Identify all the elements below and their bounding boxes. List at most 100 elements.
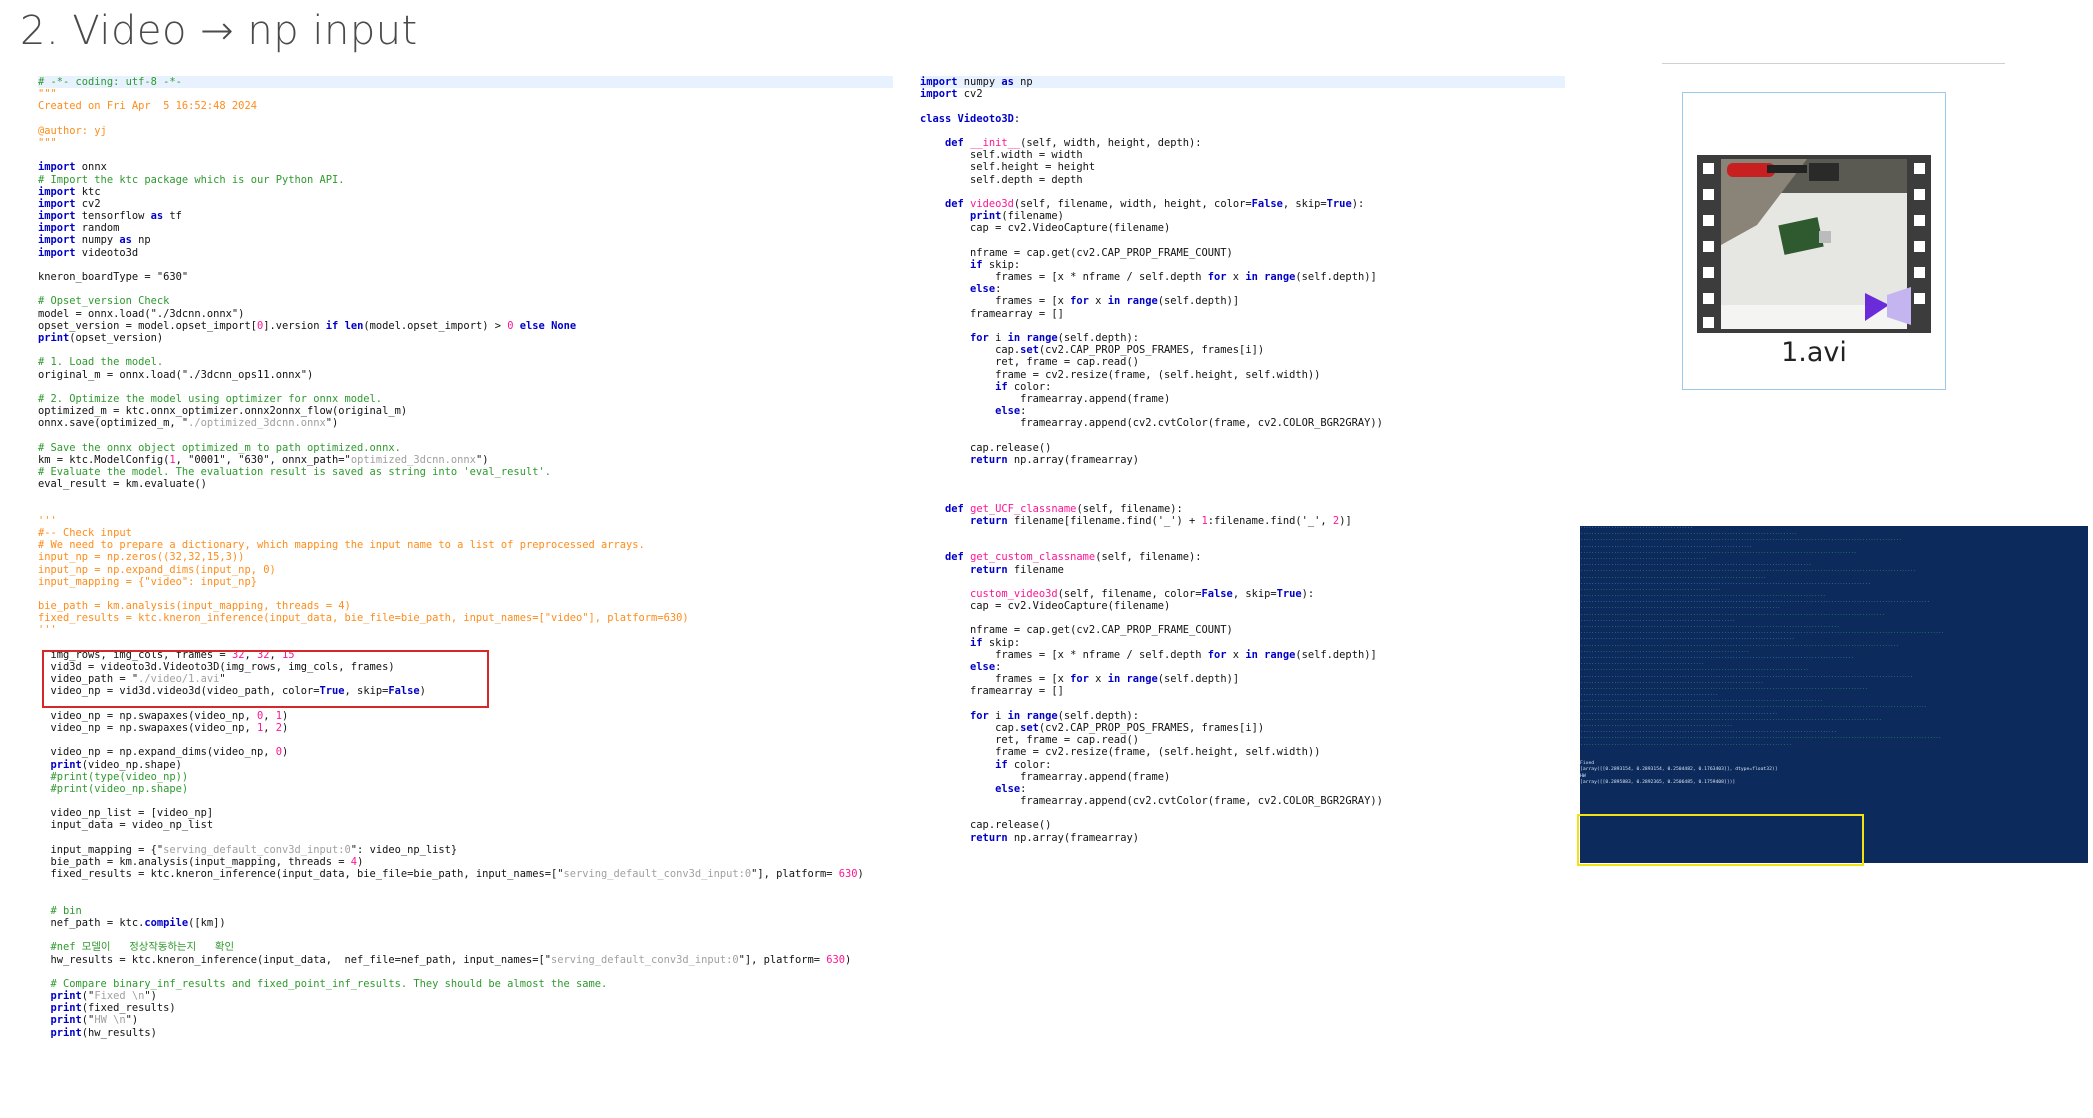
code-line: # -*- coding: utf-8 -*- xyxy=(38,76,893,89)
code-line: bie_path = km.analysis(input_mapping, th… xyxy=(38,600,893,612)
code-line: # Compare binary_inf_results and fixed_p… xyxy=(38,978,893,990)
code-token: #nef 모델이 정상작동하는지 확인 xyxy=(50,941,235,954)
code-token: # bin xyxy=(50,904,82,917)
right-code-panel[interactable]: import numpy as np import cv2 class Videot… xyxy=(920,76,1565,976)
file-name-label: 1.avi xyxy=(1781,337,1847,368)
code-token: cap = cv2.VideoCapture(filename) xyxy=(920,222,1171,235)
code-token: self.width = width xyxy=(920,149,1083,162)
code-token: 630 xyxy=(838,868,858,881)
code-line: frame = cv2.resize(frame, (self.height, … xyxy=(920,746,1565,758)
code-token: framearray.append(frame) xyxy=(920,392,1171,405)
code-token: framearray = [] xyxy=(920,307,1064,320)
code-token: framearray.append(frame) xyxy=(920,770,1171,783)
code-token: (filename) xyxy=(1001,210,1064,223)
code-line: optimized_m = ktc.onnx_optimizer.onnx2on… xyxy=(38,405,893,417)
code-token: input_mapping = {" xyxy=(38,843,164,856)
code-line: frames = [x * nframe / self.depth for x … xyxy=(920,271,1565,283)
code-line: # Save the onnx object optimized_m to pa… xyxy=(38,442,893,454)
code-token: # Opset_version Check xyxy=(38,295,170,308)
code-token: def xyxy=(945,136,964,149)
code-token: (hw_results) xyxy=(81,1026,157,1039)
code-token: :filename.find('_', xyxy=(1207,514,1333,527)
code-token: in xyxy=(1107,295,1121,308)
code-token: , "0001", "630", onnx_path=" xyxy=(175,453,351,466)
code-token: cap.release() xyxy=(920,819,1052,832)
code-token: # We need to prepare a dictionary, which… xyxy=(38,539,645,552)
code-token: # Compare binary_inf_results and fixed_p… xyxy=(50,977,608,990)
code-token: for xyxy=(1207,271,1227,283)
code-token: filename xyxy=(1007,563,1064,576)
code-line: cap = cv2.VideoCapture(filename) xyxy=(920,600,1565,612)
code-token: Fixed \n xyxy=(94,990,145,1003)
code-token: bie_path = km.analysis(input_mapping, th… xyxy=(38,600,351,613)
code-token: km = ktc.ModelConfig( xyxy=(38,453,170,466)
code-token: as xyxy=(1001,76,1014,88)
code-token: eval_result = km.evaluate() xyxy=(38,478,207,491)
code-token: cv2 xyxy=(75,197,101,210)
code-token: return xyxy=(970,563,1008,576)
code-line: if color: xyxy=(920,381,1565,393)
code-token: x xyxy=(1088,295,1108,308)
code-token: video3d xyxy=(970,197,1014,210)
code-token: serving_default_conv3d_input:0 xyxy=(563,868,752,881)
code-line: else: xyxy=(920,405,1565,417)
code-token: frame = cv2.resize(frame, (self.height, … xyxy=(920,746,1321,759)
code-line: import ktc xyxy=(38,186,893,198)
code-token: : xyxy=(995,283,1002,296)
video-file-card[interactable]: 1.avi xyxy=(1682,92,1946,390)
code-line: self.width = width xyxy=(920,149,1565,161)
code-line: for i in range(self.depth): xyxy=(920,332,1565,344)
terminal-output-window[interactable]: ········································… xyxy=(1580,526,2088,863)
code-token: model = onnx.load("./3dcnn.onnx") xyxy=(38,307,245,320)
code-token: ) xyxy=(282,721,289,734)
code-token: numpy xyxy=(957,76,1002,88)
code-token: ") xyxy=(475,453,489,466)
code-line: nframe = cap.get(cv2.CAP_PROP_FRAME_COUN… xyxy=(920,247,1565,259)
highlight-box-results xyxy=(1577,814,1864,866)
code-token: (self, filename): xyxy=(1095,551,1202,564)
code-token: videoto3d xyxy=(75,246,139,259)
code-token: get_UCF_classname xyxy=(970,502,1077,515)
code-line: def __init__(self, width, height, depth)… xyxy=(920,137,1565,149)
code-token: np.array(framearray) xyxy=(1007,453,1139,466)
code-token: optimized_3dcnn.onnx xyxy=(350,453,476,466)
code-token: else xyxy=(995,782,1021,795)
left-code-panel[interactable]: # -*- coding: utf-8 -*- """ Created on Fri… xyxy=(38,76,893,1066)
code-token: in xyxy=(1107,673,1121,686)
code-token: cap. xyxy=(920,721,1021,734)
code-token: compile xyxy=(144,916,189,929)
code-token: video_np = np.swapaxes(video_np, xyxy=(38,709,257,722)
code-line: custom_video3d(self, filename, color=Fal… xyxy=(920,588,1565,600)
code-token: frames = [x * nframe / self.depth xyxy=(920,271,1208,283)
code-token: if xyxy=(325,319,339,332)
code-token: print xyxy=(50,1026,82,1039)
code-line: onnx.save(optimized_m, "./optimized_3dcn… xyxy=(38,417,893,429)
code-line: hw_results = ktc.kneron_inference(input_… xyxy=(38,954,893,966)
code-line: import numpy as np xyxy=(38,234,893,246)
code-token: ": video_np_list} xyxy=(350,843,458,856)
video-file-icon xyxy=(1697,155,1931,333)
code-token: skip: xyxy=(982,258,1021,271)
code-token: framearray.append(cv2.cvtColor(frame, cv… xyxy=(920,417,1383,430)
code-token: import xyxy=(38,185,76,198)
code-token: (opset_version) xyxy=(69,331,164,344)
code-line: print("HW \n") xyxy=(38,1014,893,1026)
code-token: if xyxy=(970,636,983,649)
code-token: video_np = np.swapaxes(video_np, xyxy=(38,721,257,734)
code-line: original_m = onnx.load("./3dcnn_ops11.on… xyxy=(38,369,893,381)
code-token: "], platform= xyxy=(751,868,839,881)
code-token: numpy xyxy=(75,234,120,247)
code-line: self.height = height xyxy=(920,161,1565,173)
code-line: return np.array(framearray) xyxy=(920,832,1565,844)
code-line: # 1. Load the model. xyxy=(38,356,893,368)
code-line: video_np = np.expand_dims(video_np, 0) xyxy=(38,746,893,758)
